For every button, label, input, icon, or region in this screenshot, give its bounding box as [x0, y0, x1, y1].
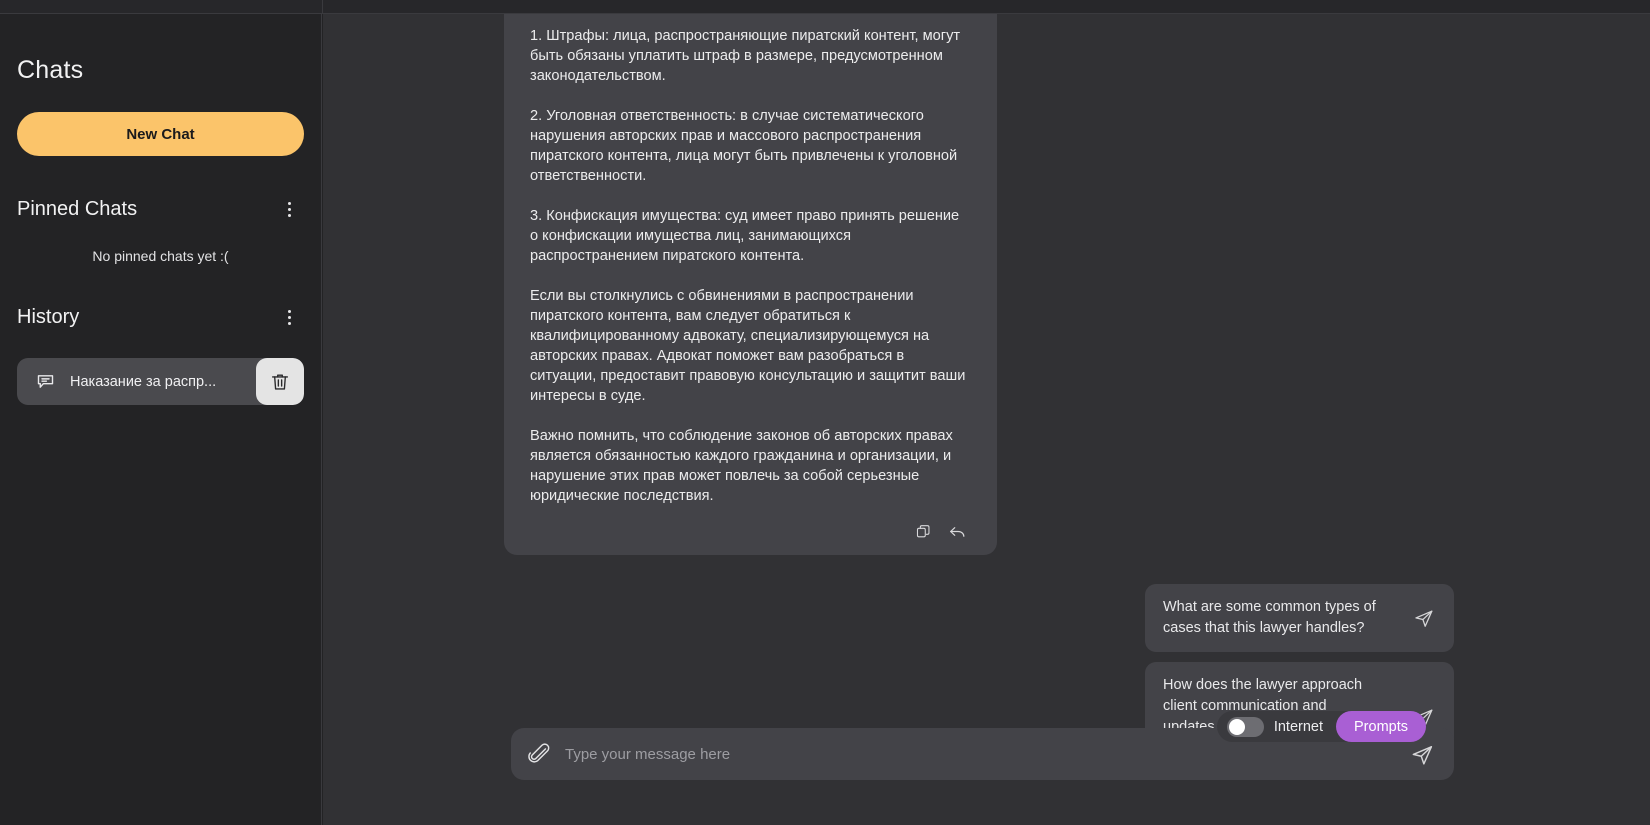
list-item[interactable]: Наказание за распр...: [17, 358, 304, 405]
suggestion-text: What are some common types of cases that…: [1163, 599, 1376, 636]
top-strip: [0, 0, 1650, 14]
pinned-chats-header: Pinned Chats: [17, 198, 304, 221]
assistant-message-bubble: 1. Штрафы: лица, распространяющие пиратс…: [504, 14, 997, 555]
send-icon[interactable]: [1410, 742, 1436, 767]
list-item-label: Наказание за распр...: [70, 373, 217, 390]
chat-application: Chats New Chat Pinned Chats No pinned ch…: [0, 0, 1650, 825]
kebab-menu-icon[interactable]: [278, 307, 300, 329]
paperclip-icon[interactable]: [527, 742, 551, 766]
message-paragraph: Важно помнить, что соблюдение законов об…: [530, 428, 953, 504]
main-panel: 1. Штрафы: лица, распространяющие пиратс…: [323, 14, 1650, 825]
sidebar: Chats New Chat Pinned Chats No pinned ch…: [0, 14, 322, 825]
message-paragraph: 3. Конфискация имущества: суд имеет прав…: [530, 208, 960, 264]
reply-icon[interactable]: [948, 522, 967, 541]
internet-toggle-label: Internet: [1273, 718, 1323, 735]
copy-icon[interactable]: [915, 523, 932, 540]
pinned-chats-empty-text: No pinned chats yet :(: [92, 248, 229, 264]
message-paragraph: Если вы столкнулись с обвинениями в расп…: [530, 288, 966, 404]
control-pill: Internet Prompts: [1216, 711, 1426, 742]
history-heading: History: [17, 306, 80, 328]
message-paragraph: 2. Уголовная ответственность: в случае с…: [530, 108, 958, 184]
message-input[interactable]: [565, 745, 1410, 763]
message-paragraph: 1. Штрафы: лица, распространяющие пиратс…: [530, 28, 961, 84]
send-icon[interactable]: [1394, 584, 1454, 652]
message-actions: [530, 522, 971, 541]
chat-bubble-icon: [35, 371, 56, 392]
pinned-chats-heading: Pinned Chats: [17, 198, 138, 220]
trash-icon[interactable]: [256, 358, 304, 405]
new-chat-button[interactable]: New Chat: [17, 112, 304, 156]
suggestion-card[interactable]: What are some common types of cases that…: [1145, 584, 1454, 652]
top-strip-divider: [322, 0, 323, 14]
toggle-knob: [1228, 718, 1245, 735]
page-title: Chats: [17, 56, 84, 84]
history-header: History: [17, 306, 304, 329]
prompts-button[interactable]: Prompts: [1336, 711, 1426, 742]
history-list: Наказание за распр...: [17, 358, 304, 405]
kebab-menu-icon[interactable]: [278, 199, 300, 221]
internet-toggle[interactable]: [1226, 716, 1264, 737]
